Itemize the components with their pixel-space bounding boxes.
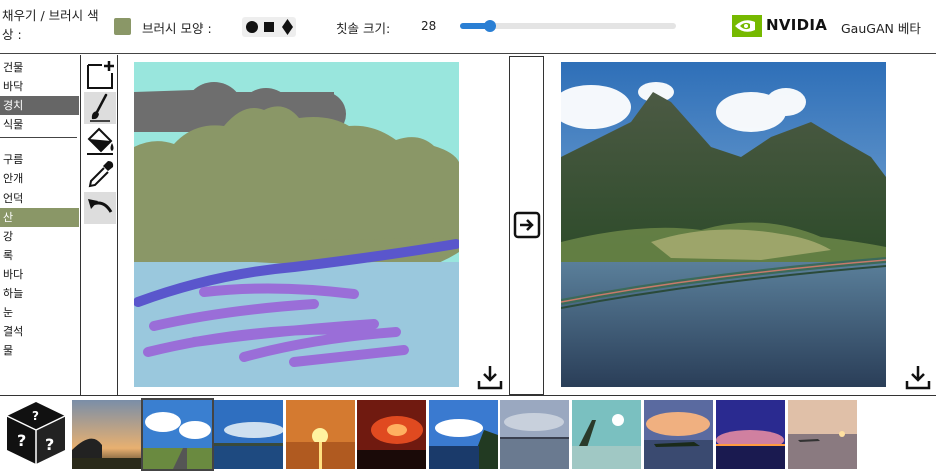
svg-text:?: ?	[45, 435, 54, 454]
nvidia-eye-icon	[732, 15, 762, 37]
segmentation-canvas[interactable]	[134, 62, 459, 387]
brush-size-slider[interactable]	[460, 20, 676, 32]
label-item-rock[interactable]: 록	[0, 246, 79, 265]
app-title: GauGAN 베타	[841, 21, 921, 36]
random-dice-icon[interactable]: ? ? ?	[5, 400, 67, 466]
drawing-tools	[80, 55, 118, 395]
label-palette: 건물 바닥 경치 식물 구름 안개 언덕 산 강 록 바다 하늘 눈 결석 물	[0, 58, 79, 360]
nvidia-wordmark: NVIDIA	[766, 16, 828, 34]
new-canvas-icon[interactable]	[84, 59, 116, 91]
style-thumbnail[interactable]	[644, 400, 713, 469]
eyedropper-icon[interactable]	[84, 158, 116, 190]
label-item-sea[interactable]: 바다	[0, 265, 79, 284]
label-item-floor[interactable]: 바닥	[0, 77, 79, 96]
style-thumbnail[interactable]	[429, 400, 498, 469]
label-divider	[0, 137, 77, 139]
circle-brush-icon[interactable]	[246, 21, 258, 33]
brush-shape-selector	[242, 17, 296, 37]
style-thumbnail-strip: ? ? ?	[0, 395, 936, 471]
style-thumbnail[interactable]	[72, 400, 141, 469]
style-thumbnail[interactable]	[500, 400, 569, 469]
fill-brush-color-label: 채우기 / 브러시 색상 :	[2, 8, 99, 42]
label-item-river[interactable]: 강	[0, 227, 79, 246]
paint-bucket-icon[interactable]	[84, 125, 116, 157]
style-thumbnail[interactable]	[214, 400, 283, 469]
top-toolbar: 채우기 / 브러시 색상 : 브러시 모양 : 칫솔 크기: 28 NVIDIA…	[0, 0, 936, 54]
diamond-brush-icon[interactable]	[282, 19, 293, 35]
label-item-fog[interactable]: 안개	[0, 169, 79, 188]
style-thumbnail[interactable]	[716, 400, 785, 469]
generate-column	[509, 56, 544, 395]
style-thumbnail[interactable]	[141, 398, 214, 471]
label-item-water[interactable]: 물	[0, 341, 79, 360]
svg-text:?: ?	[32, 409, 39, 423]
style-thumbnail[interactable]	[572, 400, 641, 469]
brush-size-value: 28	[421, 19, 437, 33]
brush-color-swatch[interactable]	[114, 18, 131, 35]
label-item-stone[interactable]: 결석	[0, 322, 79, 341]
generated-image	[561, 62, 886, 387]
label-item-hill[interactable]: 언덕	[0, 189, 79, 208]
label-item-cloud[interactable]: 구름	[0, 150, 79, 169]
download-result-icon[interactable]	[905, 364, 931, 390]
label-item-building[interactable]: 건물	[0, 58, 79, 77]
square-brush-icon[interactable]	[264, 22, 274, 32]
style-thumbnail[interactable]	[357, 400, 426, 469]
brush-size-slider-thumb[interactable]	[484, 20, 497, 32]
label-item-plant[interactable]: 식물	[0, 115, 79, 134]
style-thumbnail[interactable]	[286, 400, 355, 469]
arrow-right-box-icon[interactable]	[513, 211, 541, 239]
label-item-snow[interactable]: 눈	[0, 303, 79, 322]
svg-text:?: ?	[17, 431, 26, 450]
undo-icon[interactable]	[84, 192, 116, 224]
brush-size-label: 칫솔 크기:	[336, 21, 391, 36]
label-item-landscape[interactable]: 경치	[0, 96, 79, 116]
brush-shape-label: 브러시 모양 :	[142, 21, 212, 36]
style-thumbnail[interactable]	[788, 400, 857, 469]
label-item-sky[interactable]: 하늘	[0, 284, 79, 303]
download-canvas-icon[interactable]	[477, 364, 503, 390]
brush-icon[interactable]	[84, 92, 116, 124]
label-item-mountain[interactable]: 산	[0, 207, 79, 227]
